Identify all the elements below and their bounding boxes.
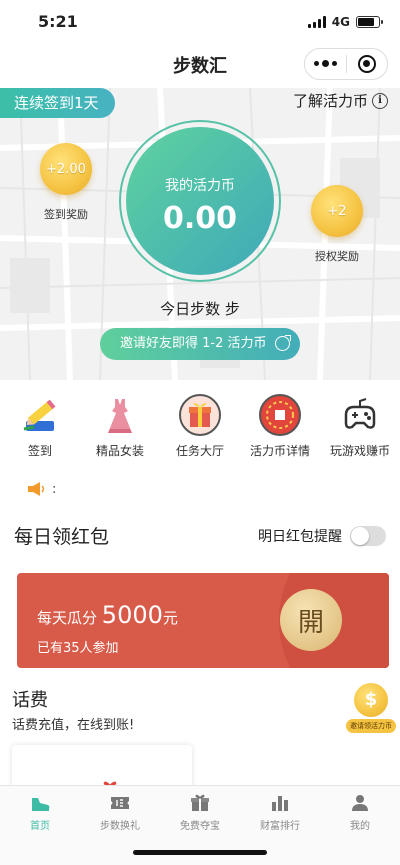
packet-headline: 每天瓜分 5000元 <box>37 601 178 629</box>
more-button[interactable] <box>305 49 346 79</box>
entry-task-hall[interactable]: 任务大厅 <box>160 392 240 464</box>
announcement-text: : <box>52 481 57 497</box>
tab-step-gifts-label: 步数换礼 <box>100 821 140 832</box>
megaphone-icon <box>28 482 45 496</box>
checkin-reward-label: 签到奖励 <box>44 208 88 221</box>
auth-reward-coin[interactable]: +2 <box>311 185 363 237</box>
home-indicator <box>133 850 267 855</box>
tab-step-gifts[interactable]: 步数换礼 <box>80 786 160 835</box>
entry-dress[interactable]: 精品女装 <box>80 392 160 464</box>
packet-participants: 已有35人参加 <box>37 641 119 656</box>
shoe-icon <box>29 792 51 814</box>
coin-detail-icon <box>257 392 303 438</box>
tomorrow-reminder: 明日红包提醒 <box>258 526 386 546</box>
entry-coin-detail[interactable]: 活力币详情 <box>240 392 320 464</box>
invite-coin-label: 邀请领活力币 <box>346 719 396 733</box>
entry-checkin[interactable]: 签到 <box>0 392 80 464</box>
tab-home-label: 首页 <box>30 821 50 832</box>
gamepad-icon <box>337 392 383 438</box>
info-icon: i <box>372 92 388 109</box>
dress-icon <box>97 392 143 438</box>
announcement-bar[interactable]: : <box>26 480 56 498</box>
refresh-icon <box>275 335 291 351</box>
packet-unit: 元 <box>162 609 178 627</box>
invite-label: 邀请好友即得 1-2 活力币 <box>120 336 267 351</box>
learn-coin-link[interactable]: 了解活力币 i <box>293 90 388 111</box>
tab-wealth-rank[interactable]: 财富排行 <box>240 786 320 835</box>
invite-friends-button[interactable]: 邀请好友即得 1-2 活力币 <box>100 328 300 360</box>
treasure-box-icon <box>189 792 211 814</box>
entry-play-games-label: 玩游戏赚币 <box>329 444 390 458</box>
tab-bar: 首页 步数换礼 免费夺宝 财富排行 我的 <box>0 785 400 835</box>
network-type: 4G <box>331 15 350 29</box>
packet-prefix: 每天瓜分 <box>37 609 98 627</box>
phone-bill-title: 话费 <box>12 690 48 711</box>
bar-chart-icon <box>269 792 291 814</box>
dollar-coin-icon: $ <box>354 683 388 717</box>
quick-entries: 签到 精品女装 任务大厅 活力币详情 玩游戏赚币 <box>0 392 400 464</box>
pencil-checkin-icon <box>17 392 63 438</box>
open-packet-button[interactable]: 開 <box>280 589 342 651</box>
auth-reward-label: 授权奖励 <box>315 250 359 263</box>
target-icon <box>357 55 376 73</box>
checkin-reward-coin[interactable]: +2.00 <box>40 143 92 195</box>
gift-box-icon <box>177 392 223 438</box>
tab-treasure[interactable]: 免费夺宝 <box>160 786 240 835</box>
ticket-icon <box>109 792 131 814</box>
vitality-coin-ring[interactable]: 我的活力币 0.00 <box>119 120 281 282</box>
mini-program-capsule <box>304 48 388 80</box>
battery-icon <box>356 16 383 28</box>
phone-bill-subtitle: 话费充值，在线到账! <box>12 718 135 733</box>
vitality-coin-label: 我的活力币 <box>165 178 235 194</box>
streak-badge[interactable]: 连续签到1天 <box>0 88 115 118</box>
status-bar: 5:21 4G <box>0 0 400 44</box>
tab-treasure-label: 免费夺宝 <box>180 821 220 832</box>
entry-coin-detail-label: 活力币详情 <box>249 444 310 458</box>
red-packet-card[interactable]: 每天瓜分 5000元 已有35人参加 開 <box>17 573 389 668</box>
user-icon <box>349 792 371 814</box>
status-time: 5:21 <box>38 12 78 31</box>
entry-play-games[interactable]: 玩游戏赚币 <box>320 392 400 464</box>
tab-wealth-rank-label: 财富排行 <box>260 821 300 832</box>
status-indicators: 4G <box>307 15 383 29</box>
steps-today: 今日步数 步 <box>160 300 240 318</box>
entry-task-hall-label: 任务大厅 <box>175 444 224 458</box>
packet-amount: 5000 <box>101 601 163 629</box>
learn-coin-label: 了解活力币 <box>292 92 368 110</box>
vitality-coin-value: 0.00 <box>162 201 238 236</box>
close-mini-program-button[interactable] <box>347 49 388 79</box>
nav-bar: 步数汇 <box>0 44 400 88</box>
invite-coin-float[interactable]: $ 邀请领活力币 <box>346 683 396 733</box>
entry-checkin-label: 签到 <box>27 444 52 458</box>
daily-red-packet-title: 每日领红包 <box>14 526 110 548</box>
entry-dress-label: 精品女装 <box>95 444 144 458</box>
tomorrow-reminder-label: 明日红包提醒 <box>258 529 342 545</box>
signal-icon <box>307 16 326 28</box>
reminder-toggle[interactable] <box>350 526 386 546</box>
hero-section: 连续签到1天 了解活力币 i +2.00 签到奖励 +2 授权奖励 我的活力币 … <box>0 88 400 380</box>
tab-home[interactable]: 首页 <box>0 786 80 835</box>
tab-mine-label: 我的 <box>350 821 370 832</box>
more-dots-icon <box>313 60 337 67</box>
tab-mine[interactable]: 我的 <box>320 786 400 835</box>
